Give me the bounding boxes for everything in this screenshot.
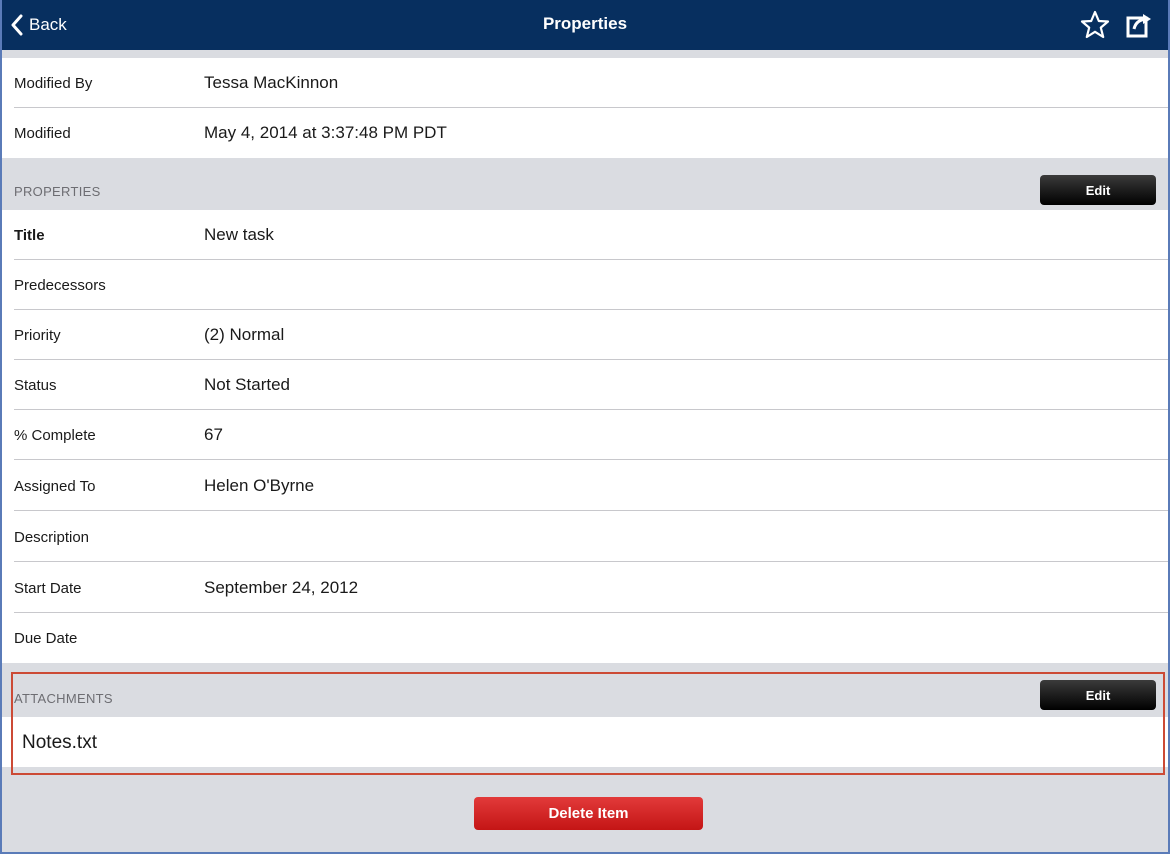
star-icon[interactable] <box>1080 10 1110 40</box>
row-value: Not Started <box>204 375 290 394</box>
app-frame: Back Properties Modified By Tessa MacKin… <box>0 0 1170 854</box>
row-value: May 4, 2014 at 3:37:48 PM PDT <box>204 123 447 142</box>
bottom-area: Delete Item <box>2 767 1168 852</box>
meta-row-modified-by: Modified By Tessa MacKinnon <box>2 58 1168 108</box>
property-row-priority[interactable]: Priority (2) Normal <box>2 310 1168 360</box>
section-title: PROPERTIES <box>14 184 101 199</box>
properties-section-header: PROPERTIES Edit <box>2 158 1168 210</box>
row-label: Start Date <box>14 579 82 597</box>
row-value: Tessa MacKinnon <box>204 73 339 92</box>
attachment-name: Notes.txt <box>22 732 97 753</box>
property-row-title[interactable]: Title New task <box>2 210 1168 260</box>
row-value: (2) Normal <box>204 325 285 344</box>
row-label: Modified By <box>14 74 93 92</box>
row-label: Assigned To <box>14 477 96 495</box>
row-value: 67 <box>204 425 223 444</box>
divider <box>14 510 1168 511</box>
row-value: Helen O'Byrne <box>204 476 315 495</box>
nav-bar: Back Properties <box>2 0 1168 50</box>
divider <box>14 459 1168 460</box>
property-row-description[interactable]: Description <box>2 512 1168 562</box>
attachments-section-header: ATTACHMENTS Edit <box>2 663 1168 717</box>
property-row-assigned-to[interactable]: Assigned To Helen O'Byrne <box>2 461 1168 511</box>
row-label: Predecessors <box>14 276 106 294</box>
page-title: Properties <box>542 14 628 33</box>
row-label: Due Date <box>14 629 78 647</box>
share-icon[interactable] <box>1124 10 1154 40</box>
attachment-item[interactable]: Notes.txt <box>2 717 1168 767</box>
top-separator <box>2 50 1168 58</box>
row-label: % Complete <box>14 426 96 444</box>
property-row-due-date[interactable]: Due Date <box>2 613 1168 663</box>
property-row-percent-complete[interactable]: % Complete 67 <box>2 410 1168 460</box>
row-label: Description <box>14 528 90 546</box>
attachments-edit-button[interactable]: Edit <box>1040 680 1156 710</box>
property-row-status[interactable]: Status Not Started <box>2 360 1168 410</box>
row-value: September 24, 2012 <box>204 578 359 597</box>
properties-edit-button[interactable]: Edit <box>1040 175 1156 205</box>
delete-item-button[interactable]: Delete Item <box>474 797 703 830</box>
property-row-predecessors[interactable]: Predecessors <box>2 260 1168 310</box>
section-title: ATTACHMENTS <box>14 691 113 706</box>
row-label: Priority <box>14 326 61 344</box>
row-label: Status <box>14 376 57 394</box>
divider <box>14 561 1168 562</box>
row-label: Title <box>14 226 45 244</box>
row-value: New task <box>204 225 274 244</box>
property-row-start-date[interactable]: Start Date September 24, 2012 <box>2 563 1168 613</box>
meta-row-modified: Modified May 4, 2014 at 3:37:48 PM PDT <box>2 108 1168 158</box>
row-label: Modified <box>14 124 71 142</box>
